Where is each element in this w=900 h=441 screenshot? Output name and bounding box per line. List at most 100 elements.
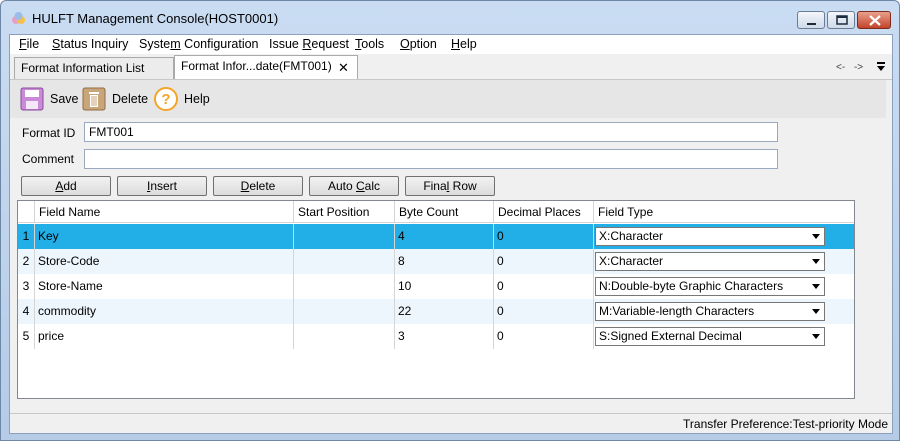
decimal-places-cell[interactable]: 0 xyxy=(494,249,594,274)
tab-label: Format Infor...date(FMT001) xyxy=(181,59,332,73)
app-window: HULFT Management Console(HOST0001) File … xyxy=(0,0,900,441)
column-header[interactable]: Decimal Places xyxy=(494,201,594,223)
decimal-places-cell[interactable]: 0 xyxy=(494,299,594,324)
menu-option[interactable]: Option xyxy=(400,37,437,51)
row-number: 2 xyxy=(18,249,35,274)
start-position-cell[interactable] xyxy=(294,274,395,299)
column-header[interactable]: Field Type xyxy=(594,201,854,223)
final-row-button[interactable]: Final Row xyxy=(405,176,495,196)
menu-help[interactable]: Help xyxy=(451,37,477,51)
field-name-cell[interactable]: price xyxy=(35,324,294,349)
table-row[interactable]: 1 Key 4 0 X:Character xyxy=(18,224,854,249)
close-icon xyxy=(869,15,881,26)
save-label: Save xyxy=(50,92,79,106)
chevron-down-icon xyxy=(812,309,820,314)
field-type-select[interactable]: N:Double-byte Graphic Characters xyxy=(595,277,825,296)
byte-count-cell[interactable]: 8 xyxy=(395,249,494,274)
decimal-places-cell[interactable]: 0 xyxy=(494,274,594,299)
trash-can-icon xyxy=(82,87,106,111)
comment-field[interactable] xyxy=(84,149,778,169)
tab-forward-button[interactable]: -> xyxy=(854,62,863,73)
row-number: 1 xyxy=(18,224,35,249)
byte-count-cell[interactable]: 3 xyxy=(395,324,494,349)
chevron-down-icon xyxy=(812,234,820,239)
tab-strip: Format Information List Format Infor...d… xyxy=(10,55,892,79)
table-row[interactable]: 3 Store-Name 10 0 N:Double-byte Graphic … xyxy=(18,274,854,299)
add-button[interactable]: Add xyxy=(21,176,111,196)
field-type-select[interactable]: X:Character xyxy=(595,227,825,246)
byte-count-cell[interactable]: 22 xyxy=(395,299,494,324)
column-header[interactable]: Start Position xyxy=(294,201,395,223)
row-number: 4 xyxy=(18,299,35,324)
help-button[interactable]: ? Help xyxy=(154,86,210,112)
auto-calc-button[interactable]: Auto Calc xyxy=(309,176,399,196)
start-position-cell[interactable] xyxy=(294,299,395,324)
column-header[interactable]: Byte Count xyxy=(395,201,494,223)
window-title: HULFT Management Console(HOST0001) xyxy=(32,11,279,26)
tab-format-update[interactable]: Format Infor...date(FMT001) ✕ xyxy=(174,55,358,79)
chevron-down-icon xyxy=(812,284,820,289)
format-id-field[interactable]: FMT001 xyxy=(84,122,778,142)
menu-file[interactable]: File xyxy=(19,37,39,51)
insert-button[interactable]: Insert xyxy=(117,176,207,196)
menu-status-inquiry[interactable]: Status Inquiry xyxy=(52,37,128,51)
field-name-cell[interactable]: commodity xyxy=(35,299,294,324)
maximize-icon xyxy=(836,15,848,25)
field-grid: Field Name Start Position Byte Count Dec… xyxy=(17,200,855,399)
floppy-disk-icon xyxy=(20,87,44,111)
row-number-header xyxy=(18,201,35,223)
menu-issue-request[interactable]: Issue Request xyxy=(269,37,349,51)
column-header[interactable]: Field Name xyxy=(35,201,294,223)
toolbar: Save Delete ? Help xyxy=(10,80,886,118)
table-row[interactable]: 2 Store-Code 8 0 X:Character xyxy=(18,249,854,274)
start-position-cell[interactable] xyxy=(294,249,395,274)
menu-bar: File Status Inquiry System Configuration… xyxy=(10,35,892,54)
byte-count-cell[interactable]: 4 xyxy=(395,224,494,249)
tab-format-information-list[interactable]: Format Information List xyxy=(14,57,174,79)
field-type-select[interactable]: S:Signed External Decimal xyxy=(595,327,825,346)
delete-row-button[interactable]: Delete xyxy=(213,176,303,196)
field-name-cell[interactable]: Store-Code xyxy=(35,249,294,274)
decimal-places-cell[interactable]: 0 xyxy=(494,224,594,249)
help-question-icon: ? xyxy=(154,87,178,111)
delete-label: Delete xyxy=(112,92,149,106)
start-position-cell[interactable] xyxy=(294,324,395,349)
title-bar[interactable]: HULFT Management Console(HOST0001) xyxy=(1,1,899,35)
svg-text:?: ? xyxy=(161,91,170,108)
chevron-down-icon xyxy=(812,334,820,339)
chevron-down-icon xyxy=(812,259,820,264)
field-name-cell[interactable]: Store-Name xyxy=(35,274,294,299)
tab-navigation: <- -> xyxy=(836,62,863,73)
byte-count-cell[interactable]: 10 xyxy=(395,274,494,299)
field-name-cell[interactable]: Key xyxy=(35,224,294,249)
format-id-label: Format ID xyxy=(22,126,76,140)
menu-system-configuration[interactable]: System Configuration xyxy=(139,37,259,51)
start-position-cell[interactable] xyxy=(294,224,395,249)
transfer-preference-status: Transfer Preference:Test-priority Mode xyxy=(683,417,888,431)
tab-label: Format Information List xyxy=(21,61,145,75)
delete-button[interactable]: Delete xyxy=(82,86,148,112)
table-row[interactable]: 5 price 3 0 S:Signed External Decimal xyxy=(18,324,854,349)
tab-back-button[interactable]: <- xyxy=(836,62,845,73)
grid-header: Field Name Start Position Byte Count Dec… xyxy=(18,201,854,223)
format-editor: Save Delete ? Help Format ID FMT001 Comm… xyxy=(10,79,892,413)
help-label: Help xyxy=(184,92,210,106)
tab-close-icon[interactable]: ✕ xyxy=(338,60,349,76)
status-bar: Transfer Preference:Test-priority Mode xyxy=(10,413,892,433)
client-area: File Status Inquiry System Configuration… xyxy=(9,34,893,434)
comment-label: Comment xyxy=(22,152,75,166)
tab-list-menu-icon[interactable] xyxy=(876,61,886,73)
row-number: 5 xyxy=(18,324,35,349)
table-row[interactable]: 4 commodity 22 0 M:Variable-length Chara… xyxy=(18,299,854,324)
menu-tools[interactable]: Tools xyxy=(355,37,384,51)
save-button[interactable]: Save xyxy=(20,86,79,112)
decimal-places-cell[interactable]: 0 xyxy=(494,324,594,349)
maximize-button[interactable] xyxy=(827,11,855,29)
close-button[interactable] xyxy=(857,11,891,29)
hulft-app-icon xyxy=(12,12,25,24)
field-type-select[interactable]: M:Variable-length Characters xyxy=(595,302,825,321)
minimize-button[interactable] xyxy=(797,11,825,29)
minimize-icon xyxy=(807,23,816,25)
row-number: 3 xyxy=(18,274,35,299)
field-type-select[interactable]: X:Character xyxy=(595,252,825,271)
